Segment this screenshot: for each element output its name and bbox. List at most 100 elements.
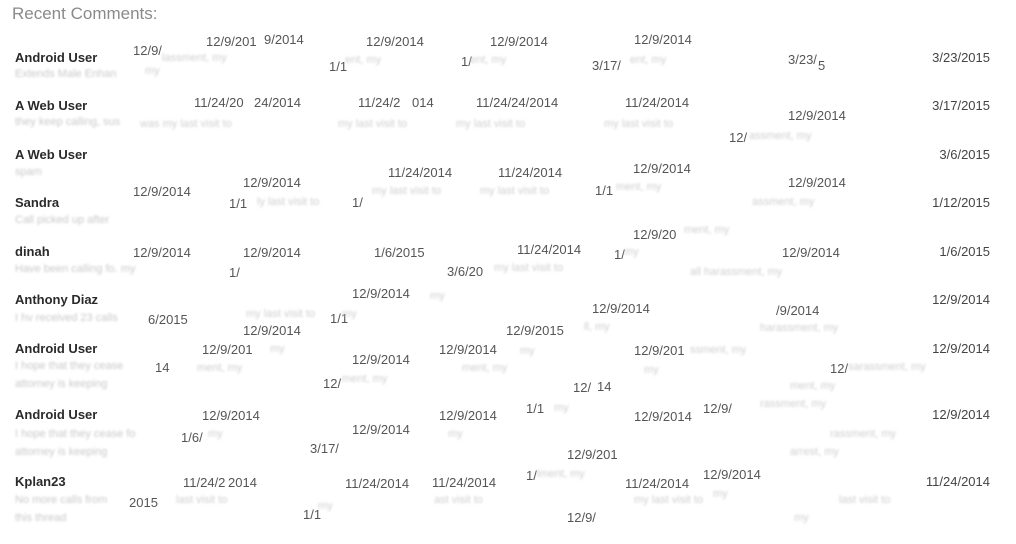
ghost-date: 1/ [352,195,363,210]
ghost-text: harassment, my [760,322,839,334]
ghost-text: ment, my [616,181,662,193]
ghost-text: ssment, my [690,344,747,356]
ghost-date: 12/9/ [703,401,732,416]
ghost-date: 12/9/201 [202,342,253,357]
comment-author[interactable]: A Web User [15,98,87,113]
comment-date: 11/24/2014 [925,474,990,489]
ghost-date: 3/23/ [788,52,817,67]
ghost-date: 12/9/2014 [439,342,497,357]
ghost-date: 14 [597,379,612,394]
comment-preview[interactable]: spam [15,166,42,178]
comment-preview[interactable]: Extends Male Enhan [15,68,117,80]
ghost-date: 12/9/201 [634,343,685,358]
ghost-text: sarassment, my [848,361,926,373]
recent-comments-heading: Recent Comments: [12,4,158,23]
ghost-text: my [554,402,569,414]
comment-author[interactable]: dinah [15,244,50,259]
ghost-text: my [145,65,160,77]
ghost-date: 11/24/2 [358,95,401,110]
ghost-text: my last visit to [456,118,526,130]
comment-preview[interactable]: I hope that they cease [15,360,123,372]
ghost-date: 12/9/2015 [506,323,564,338]
ghost-text: my last visit to [480,185,550,197]
ghost-date: 12/9/2014 [243,323,301,338]
ghost-date: 11/24/2014 [625,95,690,110]
ghost-text: my [713,488,728,500]
ghost-date: 12/9/2014 [782,245,840,260]
ghost-date: 11/24/2014 [388,165,453,180]
comment-date: 1/6/2015 [939,244,990,259]
ghost-date: /9/2014 [776,303,820,318]
comment-preview-line2[interactable]: this thread [15,512,66,524]
ghost-date: 11/24/2014 [498,165,563,180]
ghost-date: 12/9/2014 [490,34,548,49]
comment-preview[interactable]: I hope that they cease fo [15,428,135,440]
comment-author[interactable]: Android User [15,341,97,356]
comment-date: 12/9/2014 [932,407,990,422]
ghost-text: my last visit to [634,494,704,506]
comment-date: 3/23/2015 [932,50,990,65]
comment-preview-line2[interactable]: attorney is keeping [15,446,107,458]
ghost-text: my [448,428,463,440]
ghost-date: 11/24/2014 [345,476,410,491]
ghost-text: ly last visit to [257,196,320,208]
comment-date: 1/12/2015 [932,195,990,210]
ghost-date: 12/9/2014 [366,34,424,49]
ghost-date: 12/9/2014 [633,161,691,176]
ghost-text: lassment, my [162,52,227,64]
ghost-date: 12/9/2014 [788,108,846,123]
ghost-date: 12/9/ [133,43,162,58]
comment-author[interactable]: Kplan23 [15,474,66,489]
ghost-date: 12/9/2014 [439,408,497,423]
ghost-date: 12/9/2014 [592,301,650,316]
ghost-text: my [208,428,223,440]
ghost-text: my last visit to [338,118,408,130]
ghost-text: ment, my [684,224,730,236]
ghost-date: 11/24/20 [194,95,244,110]
ghost-date: 12/9/2014 [634,409,692,424]
ghost-date: 1/1 [595,183,614,198]
comment-author[interactable]: A Web User [15,147,87,162]
comment-date: 12/9/2014 [932,292,990,307]
ghost-date: 12/ [323,376,342,391]
ghost-date: 11/24/2014 [432,475,497,490]
comment-preview[interactable]: No more calls from [15,494,107,506]
ghost-text: ent, my [630,54,667,66]
ghost-text: lment, my [537,468,585,480]
ghost-date: 12/9/2014 [703,467,761,482]
comment-author[interactable]: Android User [15,50,97,65]
ghost-text: rassment, my [760,398,827,410]
ghost-date: 12/9/2014 [352,352,410,367]
ghost-text: arrest, my [790,446,839,458]
ghost-date: 1/ [229,265,240,280]
ghost-text: my [270,343,285,355]
comment-preview[interactable]: they keep calling, sus [15,116,120,128]
ghost-text: last visit to [839,494,891,506]
ghost-date: 11/24/24/2014 [476,95,559,110]
comment-preview-line2[interactable]: attorney is keeping [15,378,107,390]
ghost-text: my last visit to [604,118,674,130]
comment-author[interactable]: Android User [15,407,97,422]
ghost-text: ment, my [462,362,508,374]
ghost-text: ment, my [342,373,388,385]
ghost-text: ment, my [790,380,836,392]
ghost-date: 12/ [573,380,592,395]
comment-preview[interactable]: Have been calling fo. my [15,263,135,275]
ghost-date: 1/6/2015 [374,245,425,260]
ghost-date: 12/9/2014 [352,286,410,301]
ghost-date: 11/24/2014 [625,476,690,491]
comment-preview[interactable]: Call picked up after [15,214,109,226]
comment-author[interactable]: Sandra [15,195,59,210]
comment-author[interactable]: Anthony Diaz [15,292,98,307]
comment-preview[interactable]: I hv received 23 calls [15,312,118,324]
ghost-text: my last visit to [494,262,564,274]
ghost-date: 12/9/2014 [202,408,260,423]
ghost-date: 12/ [729,130,748,145]
ghost-text: assment, my [752,196,815,208]
ghost-date: 9/2014 [264,32,304,47]
ghost-date: 1/1 [229,196,248,211]
ghost-date: 12/9/2014 [352,422,410,437]
ghost-text: my [520,345,535,357]
ghost-date: 3/6/20 [447,264,484,279]
ghost-date: 12/9/20 [633,227,677,242]
